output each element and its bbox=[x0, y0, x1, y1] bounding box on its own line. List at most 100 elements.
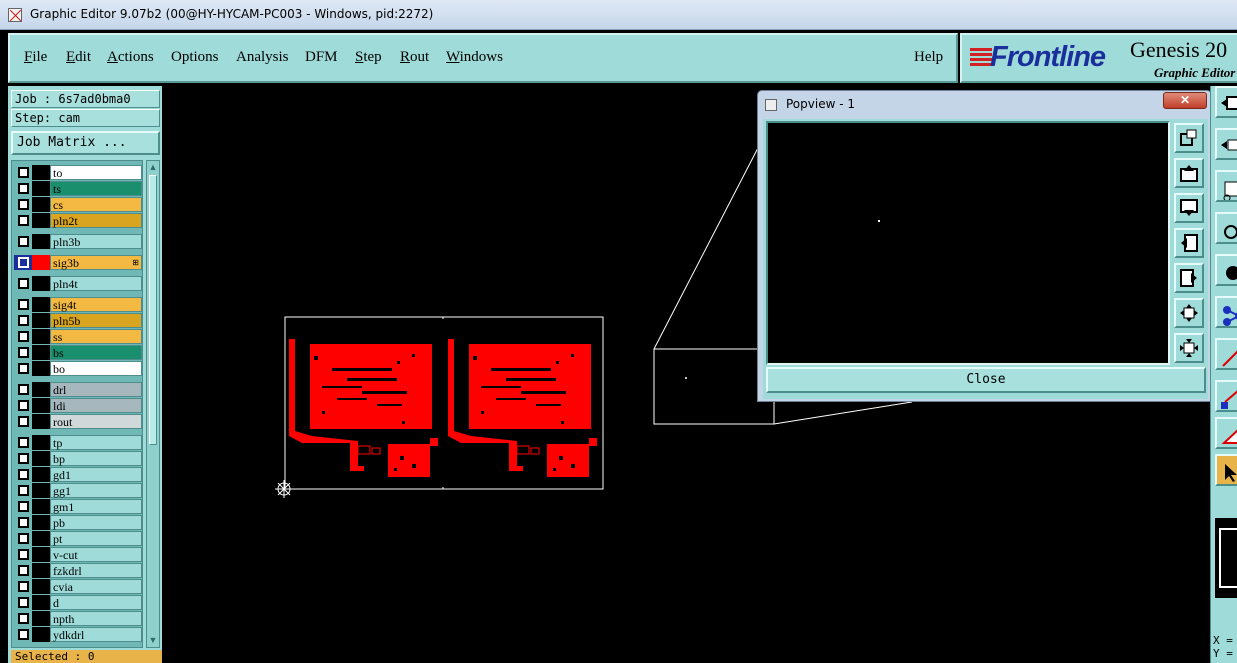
layer-affected-indicator[interactable] bbox=[32, 276, 50, 291]
layer-checkbox[interactable] bbox=[18, 581, 29, 592]
job-matrix-button[interactable]: Job Matrix ... bbox=[11, 131, 160, 155]
menu-step[interactable]: Step bbox=[355, 49, 382, 66]
layer-checkbox[interactable] bbox=[18, 437, 29, 448]
layer-name[interactable]: rout bbox=[50, 414, 142, 429]
layer-row-cvia[interactable]: cvia bbox=[14, 579, 142, 594]
layer-checkbox[interactable] bbox=[18, 299, 29, 310]
layer-name[interactable]: cs bbox=[50, 197, 142, 212]
layer-row-to[interactable]: to bbox=[14, 165, 142, 180]
layer-affected-indicator[interactable] bbox=[32, 382, 50, 397]
layer-name[interactable]: gd1 bbox=[50, 467, 142, 482]
layer-row-gg1[interactable]: gg1 bbox=[14, 483, 142, 498]
layer-row-rout[interactable]: rout bbox=[14, 414, 142, 429]
layer-name[interactable]: bs bbox=[50, 345, 142, 360]
popview-pan-down-button[interactable] bbox=[1174, 193, 1204, 223]
layer-name[interactable]: gm1 bbox=[50, 499, 142, 514]
layer-name[interactable]: gg1 bbox=[50, 483, 142, 498]
layer-row-fzkdrl[interactable]: fzkdrl bbox=[14, 563, 142, 578]
layer-affected-indicator[interactable] bbox=[32, 197, 50, 212]
menu-actions[interactable]: Actions bbox=[107, 49, 154, 66]
layer-name[interactable]: sig4t bbox=[50, 297, 142, 312]
layer-name[interactable]: bp bbox=[50, 451, 142, 466]
layer-name[interactable]: ldi bbox=[50, 398, 142, 413]
layer-name[interactable]: ydkdrl bbox=[50, 627, 142, 642]
layer-row-pt[interactable]: pt bbox=[14, 531, 142, 546]
layer-affected-indicator[interactable] bbox=[32, 234, 50, 249]
layer-checkbox[interactable] bbox=[18, 629, 29, 640]
popview-pan-left-button[interactable] bbox=[1174, 228, 1204, 258]
tool-line-button[interactable] bbox=[1215, 338, 1237, 370]
layer-row-ldi[interactable]: ldi bbox=[14, 398, 142, 413]
layer-checkbox[interactable] bbox=[18, 215, 29, 226]
layer-name[interactable]: pt bbox=[50, 531, 142, 546]
layer-checkbox[interactable] bbox=[18, 469, 29, 480]
tool-zoom-in-button[interactable] bbox=[1215, 86, 1237, 118]
layer-name[interactable]: pb bbox=[50, 515, 142, 530]
layer-affected-indicator[interactable] bbox=[32, 345, 50, 360]
menu-help[interactable]: Help bbox=[914, 49, 943, 66]
layer-affected-indicator[interactable] bbox=[32, 414, 50, 429]
menu-analysis[interactable]: Analysis bbox=[236, 49, 289, 66]
layer-affected-indicator[interactable] bbox=[32, 329, 50, 344]
layer-checkbox[interactable] bbox=[18, 549, 29, 560]
menu-dfm[interactable]: DFM bbox=[305, 49, 338, 66]
menu-rout[interactable]: Rout bbox=[400, 49, 429, 66]
layer-affected-indicator[interactable] bbox=[32, 181, 50, 196]
layer-affected-indicator[interactable] bbox=[32, 313, 50, 328]
tool-measure-button[interactable] bbox=[1215, 170, 1237, 202]
layer-affected-indicator[interactable] bbox=[32, 165, 50, 180]
layer-checkbox[interactable] bbox=[18, 331, 29, 342]
layer-affected-indicator[interactable] bbox=[32, 531, 50, 546]
layer-name[interactable]: to bbox=[50, 165, 142, 180]
layer-checkbox[interactable] bbox=[18, 384, 29, 395]
layer-row-ydkdrl[interactable]: ydkdrl bbox=[14, 627, 142, 642]
layer-name[interactable]: ts bbox=[50, 181, 142, 196]
layer-row-pln2t[interactable]: pln2t bbox=[14, 213, 142, 228]
layer-checkbox[interactable] bbox=[18, 400, 29, 411]
popview-close-x-button[interactable]: ✕ bbox=[1163, 92, 1207, 109]
layer-affected-indicator[interactable] bbox=[32, 483, 50, 498]
layer-checkbox[interactable] bbox=[18, 485, 29, 496]
layer-checkbox[interactable] bbox=[18, 501, 29, 512]
layer-affected-indicator[interactable] bbox=[32, 361, 50, 376]
layer-row-sig4t[interactable]: sig4t bbox=[14, 297, 142, 312]
layer-checkbox[interactable] bbox=[18, 363, 29, 374]
layer-affected-indicator[interactable] bbox=[32, 435, 50, 450]
layer-checkbox[interactable] bbox=[18, 347, 29, 358]
layer-affected-indicator[interactable] bbox=[32, 579, 50, 594]
layer-row-gd1[interactable]: gd1 bbox=[14, 467, 142, 482]
layer-name[interactable]: bo bbox=[50, 361, 142, 376]
layer-row-pb[interactable]: pb bbox=[14, 515, 142, 530]
menu-options[interactable]: Options bbox=[171, 49, 219, 66]
layer-checkbox[interactable] bbox=[18, 278, 29, 289]
layer-list-scrollbar[interactable]: ▲ ▼ bbox=[146, 160, 160, 648]
layer-checkbox[interactable] bbox=[18, 416, 29, 427]
layer-row-v-cut[interactable]: v-cut bbox=[14, 547, 142, 562]
layer-checkbox[interactable] bbox=[18, 565, 29, 576]
layer-checkbox[interactable] bbox=[18, 257, 29, 268]
popview-close-button[interactable]: Close bbox=[766, 367, 1206, 393]
layer-row-sig3b[interactable]: sig3b ⊞ bbox=[14, 255, 142, 270]
menu-windows[interactable]: Windows bbox=[446, 49, 503, 66]
layer-checkbox[interactable] bbox=[18, 517, 29, 528]
scroll-up-arrow-icon[interactable]: ▲ bbox=[148, 162, 158, 172]
layer-row-tp[interactable]: tp bbox=[14, 435, 142, 450]
layer-affected-indicator[interactable] bbox=[32, 627, 50, 642]
layer-checkbox[interactable] bbox=[18, 199, 29, 210]
tool-snap-button[interactable] bbox=[1215, 212, 1237, 244]
layer-affected-indicator[interactable] bbox=[32, 515, 50, 530]
layer-affected-indicator[interactable] bbox=[32, 297, 50, 312]
layer-checkbox[interactable] bbox=[18, 453, 29, 464]
layer-affected-indicator[interactable] bbox=[32, 499, 50, 514]
layer-row-ts[interactable]: ts bbox=[14, 181, 142, 196]
layer-checkbox[interactable] bbox=[18, 183, 29, 194]
layer-name[interactable]: ss bbox=[50, 329, 142, 344]
popview-zoom-out-button[interactable] bbox=[1174, 298, 1204, 328]
layer-row-bo[interactable]: bo bbox=[14, 361, 142, 376]
menu-file[interactable]: File bbox=[24, 49, 47, 66]
layer-row-cs[interactable]: cs bbox=[14, 197, 142, 212]
layer-name[interactable]: fzkdrl bbox=[50, 563, 142, 578]
layer-affected-indicator[interactable] bbox=[32, 451, 50, 466]
layer-name[interactable]: pln4t bbox=[50, 276, 142, 291]
layer-row-d[interactable]: d bbox=[14, 595, 142, 610]
